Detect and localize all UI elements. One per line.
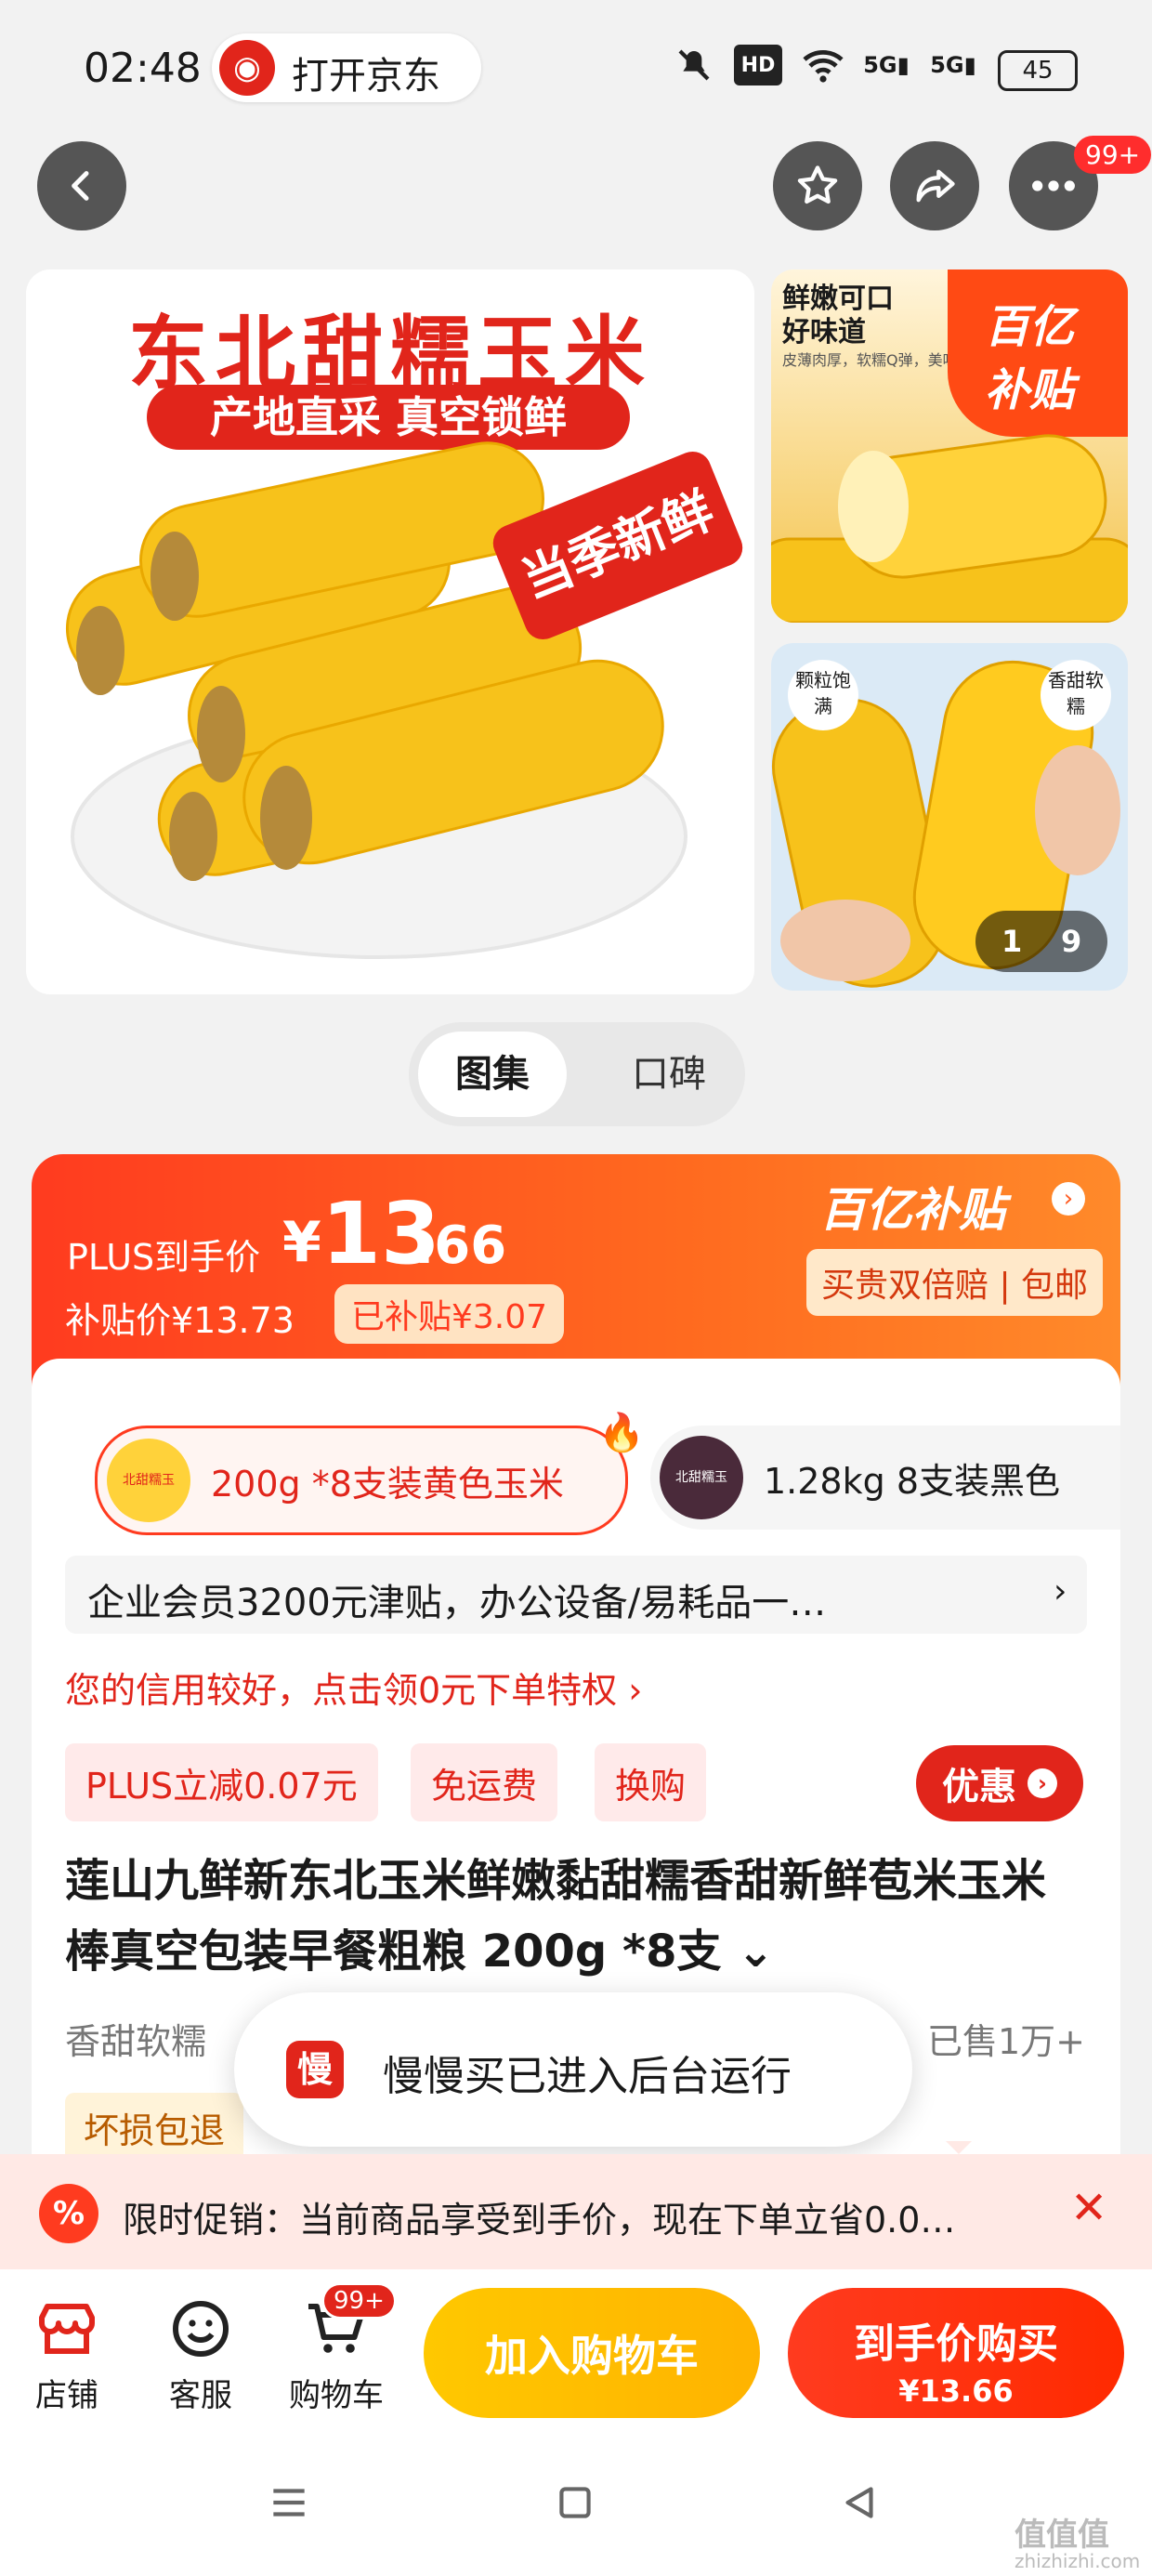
price-decimal: .66 <box>414 1216 507 1276</box>
star-icon <box>797 165 838 204</box>
discount-button-label: 优惠 <box>942 1766 1016 1808</box>
enterprise-member-bar[interactable]: 企业会员3200元津贴，办公设备/易耗品一… › <box>65 1556 1087 1634</box>
shop-icon <box>2 2292 132 2366</box>
share-button[interactable] <box>890 141 979 230</box>
home-square-icon[interactable] <box>552 2479 598 2530</box>
cart-label: 购物车 <box>289 2377 384 2414</box>
signal-5g-icon: 5G ▮ <box>863 52 910 78</box>
promo-text: 限时促销：当前商品享受到手价，现在下单立省0.0… <box>123 2200 956 2241</box>
status-time: 02:48 <box>84 45 202 92</box>
hot-flame-icon: 🔥 <box>598 1412 645 1454</box>
tag-plus-discount[interactable]: PLUS立减0.07元 <box>65 1743 378 1821</box>
discount-percent-icon: % <box>39 2184 98 2243</box>
image-counter-total: 9 <box>1061 924 1082 959</box>
toast-text: 慢慢买已进入后台运行 <box>383 2053 792 2100</box>
back-button[interactable] <box>37 141 126 230</box>
spec-label: 1.28kg 8支装黑色 <box>764 1460 1060 1502</box>
system-navigation-bar <box>0 2437 1152 2576</box>
subsidy-corner-badge-top: 百亿 <box>985 301 1075 353</box>
menu-icon[interactable] <box>266 2479 312 2530</box>
service-smile-icon <box>136 2292 266 2366</box>
add-to-cart-button[interactable]: 加入购物车 <box>424 2288 760 2418</box>
product-feature: 香甜软糯 <box>65 2021 207 2062</box>
sold-count: 已售1万+ <box>927 2021 1086 2062</box>
tag-exchange[interactable]: 换购 <box>595 1743 707 1821</box>
shop-label: 店铺 <box>35 2377 98 2414</box>
subsidy-corner-badge-bottom: 补贴 <box>985 364 1075 416</box>
more-dots-icon <box>1032 180 1075 191</box>
image-counter: 1 9 <box>975 911 1107 972</box>
spec-thumb: 北甜糯玉 <box>107 1439 190 1522</box>
enterprise-member-text: 企业会员3200元津贴，办公设备/易耗品一… <box>87 1582 827 1624</box>
chevron-right-icon: › <box>1028 1768 1057 1798</box>
damage-refund-tag: 坏损包退 <box>65 2093 244 2162</box>
spec-option[interactable]: 北甜糯玉 1.28kg 8支装黑色 <box>650 1426 1120 1530</box>
signal-5g-2-label: 5G <box>930 52 964 78</box>
discount-button[interactable]: 优惠 › <box>916 1745 1083 1821</box>
bottom-action-bar: 店铺 客服 购物车 99+ 加入购物车 到手价购买 ¥13.66 <box>0 2269 1152 2437</box>
side-image-2[interactable]: 颗粒饱满 香甜软糯 1 9 <box>771 643 1128 991</box>
back-triangle-icon[interactable] <box>836 2479 883 2530</box>
corn-closeup-illustration <box>771 434 1128 623</box>
spec-thumb: 北甜糯玉 <box>660 1436 743 1519</box>
price-currency: ¥ <box>282 1210 321 1275</box>
billion-subsidy-link[interactable]: 百亿补贴 <box>819 1173 1005 1240</box>
wifi-icon <box>797 45 849 85</box>
subsidy-badge: 已补贴¥3.07 <box>334 1284 565 1344</box>
close-icon[interactable]: ✕ <box>1070 2182 1107 2234</box>
service-label: 客服 <box>169 2377 232 2414</box>
cart-count-badge: 99+ <box>321 2282 397 2320</box>
buy-now-label: 到手价购买 <box>854 2320 1058 2368</box>
buy-now-button[interactable]: 到手价购买 ¥13.66 <box>788 2288 1124 2418</box>
subsidy-price: 补贴价¥13.73 <box>65 1300 295 1341</box>
background-toast: 慢 慢慢买已进入后台运行 <box>234 1992 912 2147</box>
favorite-button[interactable] <box>773 141 862 230</box>
status-bar: 02:48 ◉ 打开京东 HD 5G ▮ 5G ▮ 45 <box>0 0 1152 139</box>
manmanmai-app-icon: 慢 <box>286 2041 344 2098</box>
chevron-left-icon <box>72 171 89 201</box>
customer-service-button[interactable]: 客服 <box>136 2292 266 2415</box>
tag-free-shipping[interactable]: 免运费 <box>411 1743 558 1821</box>
side-image-1-small: 皮薄肉厚，软糯Q弹，美味滋 <box>782 351 968 369</box>
signal-5g-label: 5G <box>863 52 897 78</box>
plus-price-label: PLUS到手价 <box>67 1237 261 1278</box>
promo-pointer <box>946 2141 972 2154</box>
credit-privilege-link[interactable]: 您的信用较好，点击领0元下单特权 › <box>65 1662 642 1713</box>
spec-label: 200g *8支装黄色玉米 <box>211 1463 564 1505</box>
promo-bar[interactable]: % 限时促销：当前商品享受到手价，现在下单立省0.0… ✕ <box>0 2141 1152 2269</box>
main-product-image[interactable]: 东北甜糯玉米 产地直采 真空锁鲜 当季新鲜 <box>26 269 754 994</box>
battery-icon: 45 <box>998 50 1078 91</box>
battery-level: 45 <box>1022 57 1054 85</box>
side-image-2-tag-left: 颗粒饱满 <box>788 660 858 730</box>
chevron-right-icon: › <box>1052 1182 1085 1216</box>
side-image-1-text2: 好味道 <box>782 316 866 348</box>
watermark-url: zhizhizhi.com <box>1015 2550 1141 2572</box>
open-jd-app-label: 打开京东 <box>292 55 440 98</box>
share-icon <box>916 169 955 203</box>
subsidy-corner-badge: 百亿 补贴 <box>948 269 1128 437</box>
spec-option-selected[interactable]: 北甜糯玉 200g *8支装黄色玉米 <box>95 1426 628 1535</box>
hd-icon: HD <box>734 45 782 85</box>
buy-now-price: ¥13.66 <box>898 2373 1014 2409</box>
side-image-1[interactable]: 鲜嫩可口 好味道 皮薄肉厚，软糯Q弹，美味滋 百亿 补贴 <box>771 269 1128 623</box>
guarantee-badge: 买贵双倍赔 | 包邮 <box>806 1249 1104 1316</box>
product-title: 莲山九鲜新东北玉米鲜嫩黏甜糯香甜新鲜苞米玉米棒真空包装早餐粗粮 200g *8支… <box>65 1855 1047 1978</box>
tab-reviews[interactable]: 口碑 <box>604 1032 734 1117</box>
chevron-right-icon: › <box>1054 1572 1067 1610</box>
watermark: 值值值 <box>1015 2517 1109 2554</box>
open-jd-app-button[interactable]: ◉ 打开京东 <box>212 33 481 102</box>
jd-logo-icon: ◉ <box>219 40 275 96</box>
mute-icon <box>671 45 717 85</box>
side-image-2-tag-right: 香甜软糯 <box>1041 660 1111 730</box>
shop-button[interactable]: 店铺 <box>2 2292 132 2415</box>
image-counter-current: 1 <box>1001 924 1023 959</box>
signal-5g-2-icon: 5G ▮ <box>930 52 976 78</box>
gallery-review-toggle: 图集 口碑 <box>409 1022 745 1126</box>
tab-gallery[interactable]: 图集 <box>418 1032 567 1117</box>
more-badge: 99+ <box>1074 136 1152 174</box>
